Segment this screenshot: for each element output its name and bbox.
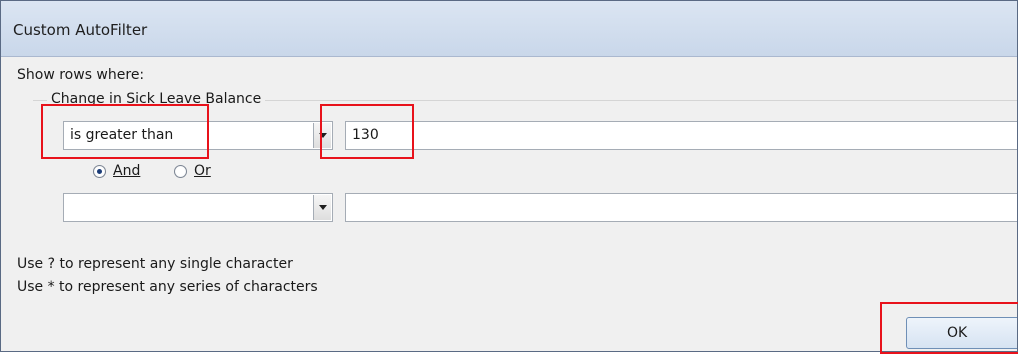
hint-single-character: Use ? to represent any single character <box>17 256 293 272</box>
and-radio-option[interactable]: And <box>93 163 140 179</box>
field-name-label: Change in Sick Leave Balance <box>47 91 266 107</box>
criteria1-operator-dropdown[interactable]: is greater than <box>63 121 333 150</box>
criteria1-value-input[interactable]: 130 <box>345 121 1017 150</box>
criteria1-operator-value: is greater than <box>70 127 174 143</box>
criteria1-value-text: 130 <box>352 127 379 143</box>
hint-series-characters: Use * to represent any series of charact… <box>17 279 318 295</box>
show-rows-label: Show rows where: <box>17 67 145 83</box>
criteria1-dropdown-button[interactable] <box>313 123 331 148</box>
dialog-title: Custom AutoFilter <box>13 21 148 39</box>
chevron-down-icon <box>318 133 327 138</box>
title-bar: Custom AutoFilter <box>1 1 1017 57</box>
or-radio-label: Or <box>194 163 211 179</box>
and-radio-label: And <box>113 163 141 179</box>
criteria2-operator-dropdown[interactable] <box>63 193 333 222</box>
criteria2-dropdown-button[interactable] <box>313 195 331 220</box>
and-radio[interactable] <box>93 164 106 178</box>
or-radio[interactable] <box>174 164 187 178</box>
ok-button[interactable]: OK <box>906 317 1017 349</box>
or-radio-option[interactable]: Or <box>174 163 211 179</box>
custom-autofilter-dialog: Custom AutoFilter Show rows where: Chang… <box>0 0 1018 352</box>
criteria2-value-input[interactable] <box>345 193 1017 222</box>
chevron-down-icon <box>318 205 327 210</box>
